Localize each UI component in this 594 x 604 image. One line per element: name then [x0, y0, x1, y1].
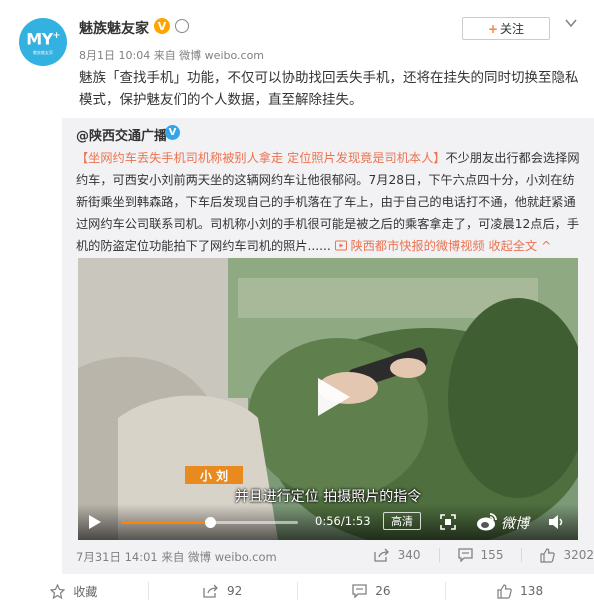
star-icon [50, 583, 66, 599]
forward-icon [373, 548, 389, 562]
weibo-brand: 微博 [501, 516, 529, 532]
video-link[interactable]: 陕西都市快报的微博视频 [351, 239, 485, 253]
play-icon[interactable] [88, 514, 102, 530]
progress-track[interactable] [122, 517, 298, 528]
verified-badge-icon: V [154, 18, 170, 34]
forward-icon [203, 584, 218, 598]
video-subtitle: 并且进行定位 拍摄照片的指令 [234, 489, 422, 505]
author-name[interactable]: 魅族魅友家 [79, 18, 149, 38]
video-time: 0:56/1:53 [315, 514, 371, 528]
progress-fill [122, 521, 210, 524]
repost-author[interactable]: @陕西交通广播 [76, 125, 167, 144]
comment-count: 155 [480, 548, 504, 562]
post-meta: 8月1日 10:04 来自 微博 weibo.com [79, 49, 265, 62]
divider [438, 548, 440, 562]
repost-meta: 7月31日 14:01 来自 微博 weibo.com [76, 550, 277, 564]
repost-forward[interactable]: 340 [373, 548, 421, 562]
repost-card: @陕西交通广播 V 【坐网约车丢失手机司机称被别人拿走 定位照片发现竟是司机本人… [62, 118, 594, 574]
medal-icon [175, 19, 189, 33]
avatar-logo: MY+ [26, 29, 60, 49]
forward-count: 340 [397, 548, 421, 562]
like-count: 138 [520, 584, 544, 598]
progress-knob[interactable] [205, 517, 216, 528]
play-overlay-icon[interactable] [308, 374, 354, 420]
plus-icon: + [487, 21, 499, 36]
post-header: MY+ 魅族魅友家 魅族魅友家 V 8月1日 10:04 来自 微博 weibo… [0, 0, 594, 70]
repost-comment[interactable]: 155 [457, 548, 504, 562]
like-button[interactable]: 138 [446, 582, 594, 600]
like-count: 3202 [563, 548, 594, 562]
comment-icon [457, 548, 473, 562]
avatar[interactable]: MY+ 魅族魅友家 [19, 18, 67, 66]
action-bar: 收藏 92 26 138 [0, 578, 594, 604]
name-caption: 小 刘 [185, 466, 243, 484]
volume-icon[interactable] [548, 514, 566, 530]
comment-icon [352, 584, 367, 598]
topic-link[interactable]: 【坐网约车丢失手机司机称被别人拿走 定位照片发现竟是司机本人】 [76, 151, 446, 165]
comment-count: 26 [375, 584, 391, 598]
avatar-subtitle: 魅族魅友家 [33, 49, 53, 55]
follow-label: 关注 [500, 22, 525, 36]
video-link-icon [334, 240, 347, 251]
weibo-logo-icon [477, 513, 497, 531]
repost-body: 不少朋友出行都会选择网约车，可西安小刘前两天坐的这辆网约车让他很郁闷。7月28日… [76, 151, 580, 253]
collapse-link[interactable]: 收起全文 ^ [489, 239, 552, 253]
favorite-label: 收藏 [73, 584, 98, 599]
thumbs-up-icon [540, 547, 556, 563]
repost-stats: 340 155 3202 [356, 546, 594, 564]
weibo-post: MY+ 魅族魅友家 魅族魅友家 V 8月1日 10:04 来自 微博 weibo… [0, 0, 594, 604]
repost-text: 【坐网约车丢失手机司机称被别人拿走 定位照片发现竟是司机本人】不少朋友出行都会选… [76, 147, 586, 257]
verified-badge-icon: V [165, 125, 180, 140]
favorite-button[interactable]: 收藏 [0, 582, 149, 600]
follow-button[interactable]: + 关注 [462, 17, 550, 40]
thumbs-up-icon [497, 583, 512, 599]
forward-count: 92 [226, 584, 243, 598]
video-player[interactable]: 小 刘 并且进行定位 拍摄照片的指令 0:56/1:53 高清 微博 [78, 258, 578, 540]
forward-button[interactable]: 92 [149, 582, 298, 600]
post-text: 魅族「查找手机」功能，不仅可以协助找回丢失手机，还将在挂失的同时切换至隐私模式，… [79, 70, 579, 108]
comment-button[interactable]: 26 [298, 582, 447, 600]
divider [521, 548, 523, 562]
repost-like[interactable]: 3202 [540, 547, 594, 563]
chevron-down-icon[interactable] [564, 16, 578, 30]
quality-button[interactable]: 高清 [383, 512, 421, 530]
fullscreen-icon[interactable] [440, 514, 456, 530]
video-controls: 0:56/1:53 高清 微博 [78, 504, 578, 540]
